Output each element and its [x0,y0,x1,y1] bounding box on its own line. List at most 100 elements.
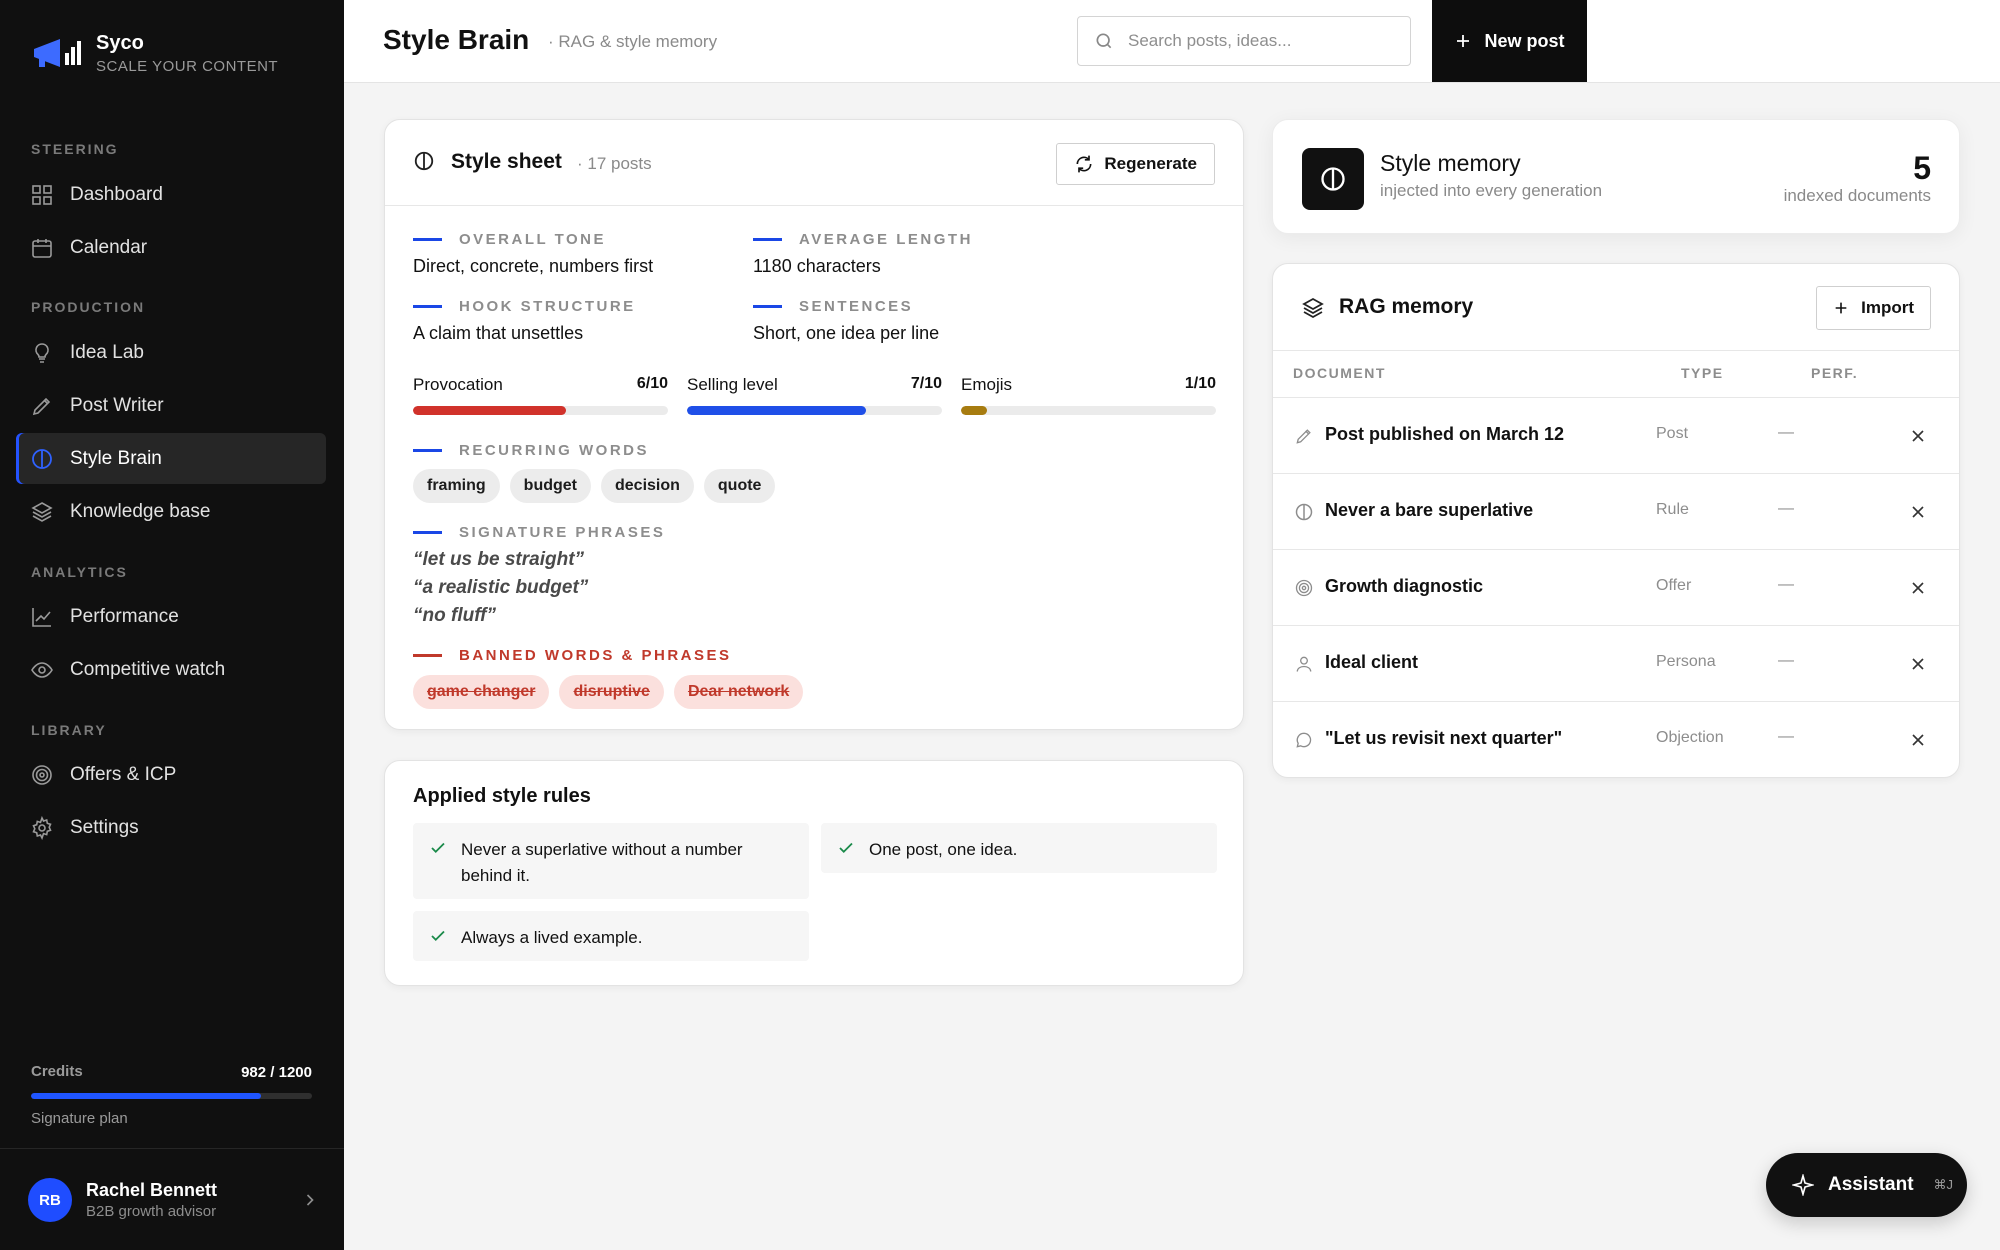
sidebar-item-competitive-watch[interactable]: Competitive watch [16,644,326,695]
sidebar-item-settings[interactable]: Settings [16,802,326,853]
sidebar-item-dashboard[interactable]: Dashboard [16,169,326,220]
label-dash [753,305,782,308]
rag-memory-title: RAG memory [1339,295,1474,318]
document-type: Persona [1656,653,1716,670]
indexed-documents-count: 5 [1913,150,1931,186]
sparkle-icon [1792,1174,1814,1196]
search-input[interactable] [1128,31,1398,51]
meter-value: 6/10 [636,375,668,392]
import-button[interactable]: Import [1816,286,1931,330]
hook-structure-label-text: HOOK STRUCTURE [459,298,636,315]
meter-fill [961,406,987,415]
sidebar-item-performance[interactable]: Performance [16,591,326,642]
chart-line-icon [32,607,51,627]
chevron-right-icon [306,1194,314,1206]
close-icon[interactable] [1908,578,1928,598]
style-sheet-title: Style sheet [451,150,562,173]
megaphone-logo-icon [34,38,81,67]
recurring-words-label-text: RECURRING WORDS [459,442,649,459]
close-icon[interactable] [1908,426,1928,446]
table-row[interactable]: Post published on March 12 Post — [1273,397,1959,473]
check-icon [839,842,853,854]
sidebar-item-calendar[interactable]: Calendar [16,222,326,273]
table-row[interactable]: Ideal client Persona — [1273,625,1959,701]
user-name: Rachel Bennett [86,1180,218,1200]
column-header-type: TYPE [1681,365,1724,381]
target-icon [32,764,52,785]
document-type: Objection [1656,729,1724,746]
sidebar-item-idea-lab[interactable]: Idea Lab [16,327,326,378]
sidebar-item-label: Knowledge base [70,500,211,522]
user-icon [1296,656,1312,672]
column-header-perf: PERF. [1811,365,1859,381]
rule-text: Never a superlative without a number beh… [461,840,743,885]
table-row[interactable]: Growth diagnostic Offer — [1273,549,1959,625]
signature-phrases-label-text: SIGNATURE PHRASES [459,524,666,541]
document-name: Ideal client [1325,652,1419,672]
layers-icon [31,501,53,522]
sidebar-item-offers-icp[interactable]: Offers & ICP [16,749,326,800]
search-box[interactable] [1077,16,1411,66]
sidebar-item-label: Performance [70,605,179,627]
sidebar-divider [0,1148,344,1149]
divider [1273,350,1959,351]
pencil-icon [32,397,51,415]
document-perf: — [1778,728,1794,745]
sidebar-item-post-writer[interactable]: Post Writer [16,380,326,431]
sidebar-item-label: Idea Lab [70,341,144,363]
signature-phrases-label: SIGNATURE PHRASES [413,524,665,541]
document-perf: — [1778,500,1794,517]
import-label: Import [1861,298,1914,317]
brand[interactable]: Syco SCALE YOUR CONTENT [30,32,278,75]
banned-chip: game changer [413,675,550,709]
grid-icon [32,184,52,205]
style-memory-card: Style memory injected into every generat… [1272,119,1960,234]
document-perf: — [1778,424,1794,441]
label-dash [413,449,442,452]
brain-icon [1321,167,1345,191]
banned-chip: disruptive [559,675,664,709]
nav-section-production: PRODUCTION [31,299,146,315]
style-memory-title: Style memory [1380,150,1521,176]
eye-icon [31,661,53,678]
brand-name: Syco [96,32,144,54]
credits-progress-fill [31,1093,261,1099]
sidebar-item-style-brain[interactable]: Style Brain [16,433,326,484]
meter-fill [413,406,566,415]
banned-words-chips: game changer disruptive Dear network [413,675,813,709]
applied-rules-title: Applied style rules [413,785,591,807]
close-icon[interactable] [1908,730,1928,750]
rule-item: One post, one idea. [821,823,1217,873]
provocation-meter: Provocation 6/10 [413,375,668,415]
column-header-document: DOCUMENT [1293,365,1386,381]
label-dash [413,305,442,308]
assistant-shortcut: ⌘J [1933,1177,1954,1192]
word-chip: decision [601,469,694,503]
close-icon[interactable] [1908,502,1928,522]
regenerate-button[interactable]: Regenerate [1056,143,1215,185]
sidebar-item-knowledge-base[interactable]: Knowledge base [16,486,326,537]
applied-rules-card: Applied style rules Never a superlative … [384,760,1244,986]
style-sheet-header: Style sheet · 17 posts Regenerate [385,120,1243,206]
new-post-button[interactable]: New post [1432,0,1587,82]
table-row[interactable]: "Let us revisit next quarter" Objection … [1273,701,1959,777]
sidebar-item-label: Competitive watch [70,658,226,680]
meter-value: 7/10 [910,375,942,392]
rule-item: Always a lived example. [413,911,809,961]
new-post-label: New post [1484,30,1565,51]
sidebar-item-label: Offers & ICP [70,763,177,785]
assistant-button[interactable]: Assistant ⌘J [1766,1153,1967,1217]
average-length-label-text: AVERAGE LENGTH [799,231,973,248]
page-subtitle: · RAG & style memory [548,32,718,51]
sidebar-item-label: Settings [70,816,139,838]
table-row[interactable]: Never a bare superlative Rule — [1273,473,1959,549]
user-profile[interactable]: RB Rachel Bennett B2B growth advisor [28,1178,320,1222]
hook-structure-value: A claim that unsettles [413,323,584,343]
overall-tone-value: Direct, concrete, numbers first [413,256,654,276]
banned-words-label-text: BANNED WORDS & PHRASES [459,647,732,664]
document-perf: — [1778,576,1794,593]
avatar: RB [28,1178,72,1222]
meter-track [413,406,668,415]
close-icon[interactable] [1908,654,1928,674]
credits-value: 982 / 1200 [241,1064,312,1081]
